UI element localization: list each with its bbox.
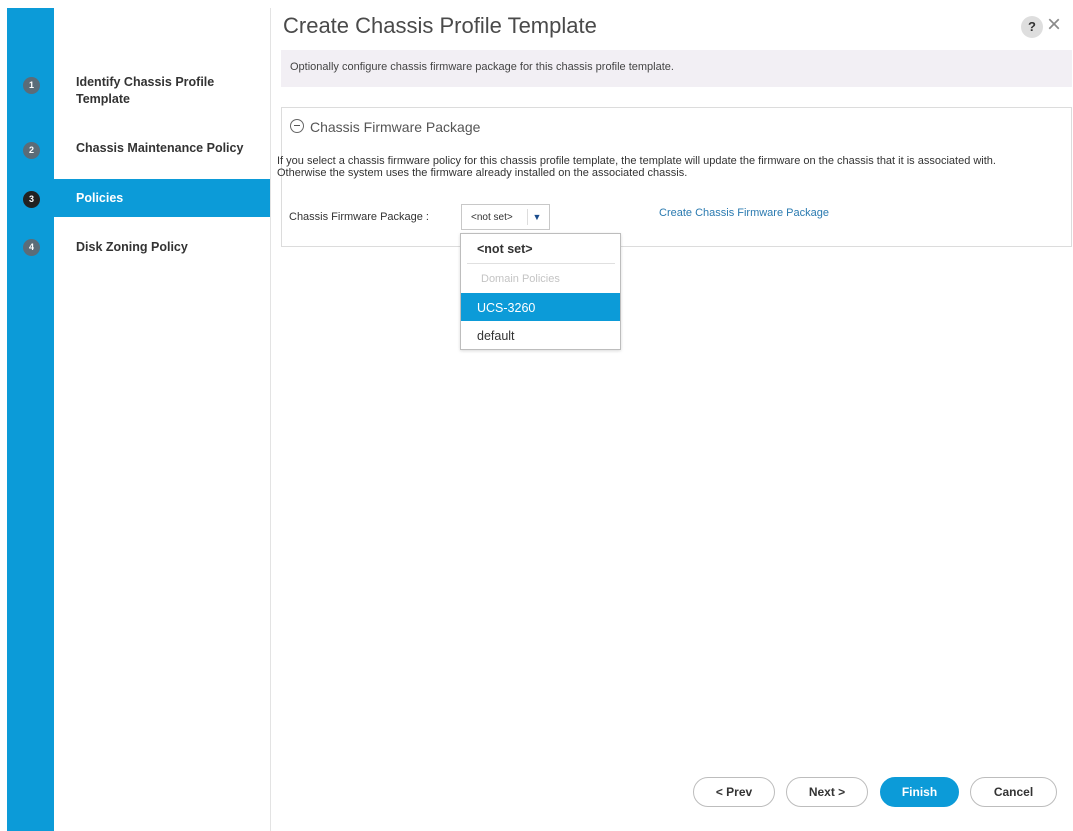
select-value: <not set> [471,212,513,223]
info-banner: Optionally configure chassis firmware pa… [281,50,1072,87]
step-number-2: 2 [23,142,40,159]
option-not-set[interactable]: <not set> [461,234,620,262]
create-firmware-package-link[interactable]: Create Chassis Firmware Package [659,207,829,219]
option-default[interactable]: default [461,321,620,349]
description-line-2: Otherwise the system uses the firmware a… [277,167,688,179]
sidebar-item-identify-chassis-profile-template[interactable]: Identify Chassis Profile Template [54,74,244,108]
close-icon[interactable]: × [1047,11,1061,39]
next-button[interactable]: Next > [786,777,868,807]
option-group-domain-policies: Domain Policies [481,273,560,285]
chevron-down-icon[interactable]: ▼ [530,212,544,222]
sidebar-item-disk-zoning-policy[interactable]: Disk Zoning Policy [54,239,270,256]
sidebar-item-chassis-maintenance-policy[interactable]: Chassis Maintenance Policy [54,140,270,157]
firmware-package-dropdown: <not set> Domain Policies UCS-3260 defau… [460,233,621,350]
option-ucs-3260[interactable]: UCS-3260 [461,293,620,321]
wizard-sidebar: Identify Chassis Profile Template Chassi… [54,8,271,831]
dialog-title: Create Chassis Profile Template [283,13,597,38]
firmware-package-select[interactable]: <not set> ▼ [461,204,550,230]
panel-title: Chassis Firmware Package [310,119,481,135]
sidebar-item-policies[interactable]: Policies [54,179,270,217]
panel-description: If you select a chassis firmware policy … [277,155,1067,179]
finish-button[interactable]: Finish [880,777,959,807]
step-number-4: 4 [23,239,40,256]
step-number-1: 1 [23,77,40,94]
cancel-button[interactable]: Cancel [970,777,1057,807]
help-icon[interactable]: ? [1021,16,1043,38]
collapse-icon[interactable] [290,119,304,133]
step-rail: 1 2 3 4 [7,8,54,831]
select-divider [527,209,528,225]
firmware-package-label: Chassis Firmware Package : [289,211,429,223]
step-number-3: 3 [23,191,40,208]
description-line-1: If you select a chassis firmware policy … [277,155,996,167]
panel-header[interactable]: Chassis Firmware Package [290,118,480,135]
dropdown-divider [467,263,615,264]
prev-button[interactable]: < Prev [693,777,775,807]
